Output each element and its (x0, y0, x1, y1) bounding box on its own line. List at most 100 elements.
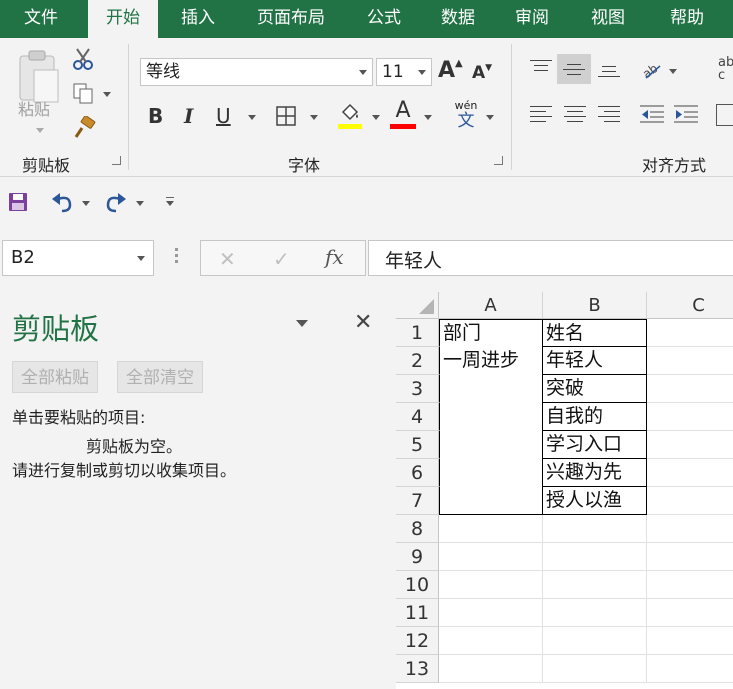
tab-review[interactable]: 审阅 (500, 0, 564, 38)
cell-b1[interactable]: 姓名 (542, 319, 647, 347)
insert-function-button[interactable]: fx (325, 245, 344, 269)
cell-b10[interactable] (543, 571, 647, 599)
cell-c9[interactable] (647, 543, 733, 571)
copy-dropdown-icon[interactable] (103, 92, 111, 97)
format-painter-button[interactable] (72, 115, 96, 140)
wrap-text-glyph[interactable]: ab c (718, 56, 733, 82)
font-color-dropdown-icon[interactable] (424, 115, 432, 120)
formula-input[interactable]: 年轻人 (368, 240, 733, 276)
name-box[interactable]: B2 (2, 240, 154, 276)
align-center-icon[interactable] (564, 106, 586, 122)
cell-a13[interactable] (439, 655, 543, 683)
row-header[interactable]: 1 (396, 319, 439, 347)
cell-c7[interactable] (647, 487, 733, 515)
cell-c8[interactable] (647, 515, 733, 543)
cell-a4[interactable] (439, 403, 543, 431)
cell-c11[interactable] (647, 599, 733, 627)
bold-button[interactable]: B (148, 104, 163, 128)
row-header[interactable]: 10 (396, 571, 439, 599)
enter-icon[interactable]: ✓ (273, 247, 290, 271)
cell-a9[interactable] (439, 543, 543, 571)
select-all-button[interactable] (396, 292, 439, 319)
align-top-icon[interactable] (530, 60, 552, 76)
font-color-button[interactable]: A (390, 100, 416, 130)
cell-b6[interactable]: 兴趣为先 (542, 459, 647, 487)
tab-insert[interactable]: 插入 (166, 0, 230, 38)
undo-dropdown-icon[interactable] (82, 201, 90, 206)
decrease-indent-button[interactable] (640, 104, 664, 124)
redo-dropdown-icon[interactable] (136, 201, 144, 206)
align-bottom-icon[interactable] (598, 60, 620, 77)
column-header-b[interactable]: B (543, 292, 647, 319)
cell-b2[interactable]: 年轻人 (542, 347, 647, 375)
clipboard-launcher-icon[interactable] (112, 156, 121, 165)
cell-b4[interactable]: 自我的 (542, 403, 647, 431)
tab-file[interactable]: 文件 (8, 0, 74, 38)
row-header[interactable]: 8 (396, 515, 439, 543)
paste-dropdown-icon[interactable] (36, 128, 44, 133)
cell-c5[interactable] (647, 431, 733, 459)
cell-c10[interactable] (647, 571, 733, 599)
phonetic-dropdown-icon[interactable] (486, 115, 494, 120)
tab-page-layout[interactable]: 页面布局 (246, 0, 336, 38)
align-middle-button[interactable] (557, 54, 591, 84)
close-icon[interactable]: ✕ (354, 310, 372, 335)
row-header[interactable]: 6 (396, 459, 439, 487)
cell-b8[interactable] (543, 515, 647, 543)
cell-a3[interactable] (439, 375, 543, 403)
undo-button[interactable] (50, 191, 74, 213)
row-header[interactable]: 2 (396, 347, 439, 375)
cell-a2[interactable]: 一周进步 (439, 347, 543, 375)
merge-center-icon[interactable] (716, 104, 733, 126)
row-header[interactable]: 4 (396, 403, 439, 431)
align-right-icon[interactable] (598, 106, 620, 122)
cell-b5[interactable]: 学习入口 (542, 431, 647, 459)
row-header[interactable]: 9 (396, 543, 439, 571)
tab-view[interactable]: 视图 (576, 0, 640, 38)
row-header[interactable]: 11 (396, 599, 439, 627)
orientation-button[interactable]: ab (640, 60, 662, 81)
row-header[interactable]: 12 (396, 627, 439, 655)
cut-button[interactable] (72, 48, 94, 70)
pane-options-icon[interactable] (296, 320, 308, 327)
shrink-font-button[interactable]: A▼ (472, 63, 492, 83)
redo-button[interactable] (104, 191, 128, 213)
align-left-icon[interactable] (530, 106, 552, 122)
phonetic-button[interactable]: wén 文 (452, 100, 480, 131)
font-size-combo[interactable]: 11 (376, 58, 432, 86)
underline-dropdown-icon[interactable] (248, 115, 256, 120)
cancel-icon[interactable]: ✕ (219, 247, 236, 271)
customize-qat-button[interactable] (166, 197, 176, 207)
fill-color-dropdown-icon[interactable] (372, 115, 380, 120)
orientation-dropdown-icon[interactable] (669, 69, 677, 74)
column-header-c[interactable]: C (647, 292, 733, 319)
cell-a7[interactable] (439, 487, 543, 515)
fill-color-button[interactable] (338, 102, 362, 130)
cell-c12[interactable] (647, 627, 733, 655)
clear-all-button[interactable]: 全部清空 (117, 361, 203, 393)
tab-formulas[interactable]: 公式 (352, 0, 416, 38)
increase-indent-button[interactable] (674, 104, 698, 124)
row-header[interactable]: 5 (396, 431, 439, 459)
cell-b9[interactable] (543, 543, 647, 571)
column-header-a[interactable]: A (439, 292, 543, 319)
cell-b7[interactable]: 授人以渔 (542, 487, 647, 515)
cell-b12[interactable] (543, 627, 647, 655)
cell-a10[interactable] (439, 571, 543, 599)
row-header[interactable]: 13 (396, 655, 439, 683)
cell-a6[interactable] (439, 459, 543, 487)
cell-b11[interactable] (543, 599, 647, 627)
cell-a8[interactable] (439, 515, 543, 543)
cell-c2[interactable] (647, 347, 733, 375)
row-header[interactable]: 3 (396, 375, 439, 403)
cell-b13[interactable] (543, 655, 647, 683)
row-header[interactable]: 7 (396, 487, 439, 515)
cell-c4[interactable] (647, 403, 733, 431)
cell-a5[interactable] (439, 431, 543, 459)
font-launcher-icon[interactable] (494, 156, 503, 165)
cell-a1[interactable]: 部门 (439, 319, 543, 347)
save-button[interactable] (8, 192, 28, 212)
tab-data[interactable]: 数据 (426, 0, 490, 38)
cell-c13[interactable] (647, 655, 733, 683)
grow-font-button[interactable]: A▲ (438, 58, 463, 83)
